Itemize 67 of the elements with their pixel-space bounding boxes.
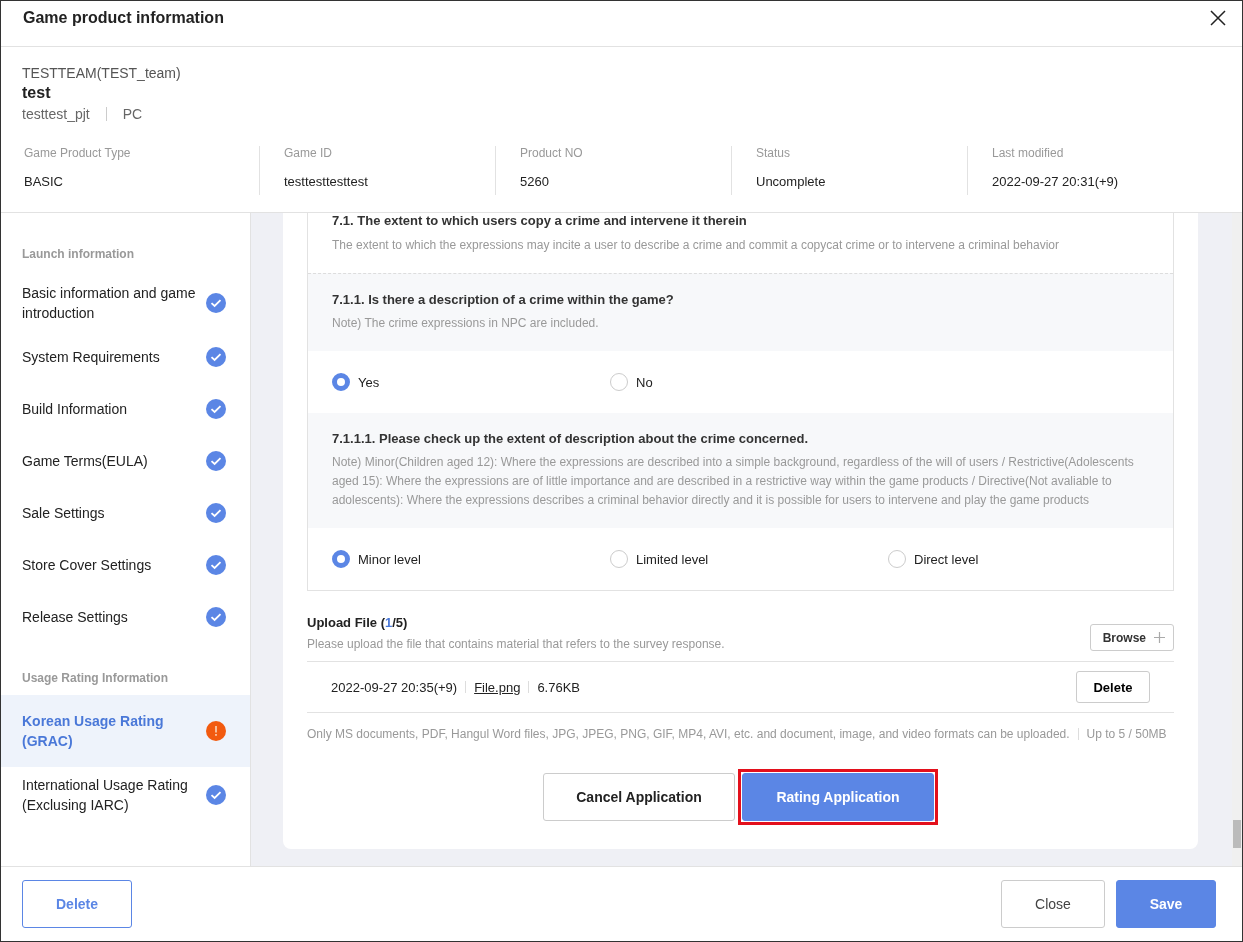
project-name: testtest_pjt xyxy=(22,106,90,122)
sidebar-item[interactable]: International Usage Rating (Exclusing IARC) xyxy=(1,767,250,823)
sidebar-item[interactable]: Build Information xyxy=(1,383,250,435)
question-title: 7.1.1.1. Please check up the extent of description about the crime concerned. xyxy=(332,431,810,446)
question-note: Note) The crime expressions in NPC are included. xyxy=(332,315,600,332)
platform-label: PC xyxy=(122,106,143,122)
warning-circle-icon xyxy=(206,721,226,741)
check-circle-icon xyxy=(206,785,226,805)
sidebar-item[interactable]: Basic information and game introduction xyxy=(1,275,250,331)
sidebar-item[interactable]: Store Cover Settings xyxy=(1,539,250,591)
close-button[interactable]: Close xyxy=(1001,880,1105,928)
upload-notice: Only MS documents, PDF, Hangul Word files, JPG, JPEG, PNG, GIF, MP4, AVI, etc. and document, image, and video formats can be uploaded. xyxy=(307,727,1070,741)
sidebar-item[interactable]: Korean Usage Rating (GRAC) xyxy=(1,695,250,767)
check-circle-icon xyxy=(206,347,226,367)
sidebar-section-title: Launch information xyxy=(21,247,135,261)
radio-button[interactable] xyxy=(888,550,906,568)
summary-value: 5260 xyxy=(520,174,550,189)
check-circle-icon xyxy=(206,293,226,313)
check-circle-icon xyxy=(206,503,226,523)
browse-button[interactable]: Browse xyxy=(1089,624,1174,651)
radio-option[interactable]: Limited level xyxy=(610,550,888,568)
check-circle-icon xyxy=(206,399,226,419)
delete-button[interactable]: Delete xyxy=(22,880,132,928)
sidebar-section-title: Usage Rating Information xyxy=(21,671,169,685)
upload-description: Please upload the file that contains material that refers to the survey response. xyxy=(307,637,726,651)
criterion-title: 7.1. The extent to which users copy a crime and intervene it therein xyxy=(332,213,748,228)
file-date: 2022-09-27 20:35(+9) xyxy=(331,679,458,695)
delete-file-button[interactable]: Delete xyxy=(1076,671,1150,703)
sidebar-item[interactable]: System Requirements xyxy=(1,331,250,383)
question-note: Note) Minor(Children aged 12): Where the expressions are described into a simple background, regardless of the will of users / Restrictive(Adolescents aged 15): Where the expressions are of little importance and are described in a restrictive way within the game products / Directive(Not avaliable to adolescents): Where the expressions describes a criminal behavior directly and it is possible for users to intervene and play the game products xyxy=(332,454,1135,509)
team-name: TESTTEAM(TEST_team) xyxy=(22,65,182,81)
radio-option[interactable]: Minor level xyxy=(332,550,610,568)
sidebar-item[interactable]: Release Settings xyxy=(1,591,250,643)
summary-label: Game Product Type xyxy=(24,146,132,160)
summary-label: Status xyxy=(756,146,792,160)
upload-title: Upload File (1/5) xyxy=(307,615,409,630)
radio-option[interactable]: No xyxy=(610,373,888,391)
application-button[interactable]: Cancel Application xyxy=(543,773,735,821)
radio-option[interactable]: Direct level xyxy=(888,550,1166,568)
close-icon[interactable] xyxy=(1210,9,1226,26)
application-button[interactable]: Rating Application xyxy=(742,773,934,821)
radio-button[interactable] xyxy=(610,373,628,391)
sidebar-item[interactable]: Sale Settings xyxy=(1,487,250,539)
check-circle-icon xyxy=(206,451,226,471)
upload-limit: Up to 5 / 50MB xyxy=(1086,727,1167,741)
sidebar-item[interactable]: Game Terms(EULA) xyxy=(1,435,250,487)
summary-label: Product NO xyxy=(520,146,584,160)
summary-label: Last modified xyxy=(992,146,1065,160)
radio-button[interactable] xyxy=(332,550,350,568)
criterion-description: The extent to which the expressions may incite a user to describe a crime and commit a copycat crime or to intervene a criminal behavior xyxy=(332,237,1060,254)
summary-label: Game ID xyxy=(284,146,333,160)
question-title: 7.1.1. Is there a description of a crime within the game? xyxy=(332,292,675,307)
window-title: Game product information xyxy=(23,8,225,27)
product-name: test xyxy=(22,84,52,102)
summary-value: 2022-09-27 20:31(+9) xyxy=(992,174,1120,189)
radio-button[interactable] xyxy=(610,550,628,568)
save-button[interactable]: Save xyxy=(1116,880,1216,928)
check-circle-icon xyxy=(206,555,226,575)
file-link[interactable]: File.png xyxy=(474,679,521,695)
plus-icon xyxy=(1154,632,1165,643)
summary-value: Uncomplete xyxy=(756,174,827,189)
radio-button[interactable] xyxy=(332,373,350,391)
summary-value: testtesttesttest xyxy=(284,174,369,189)
radio-option[interactable]: Yes xyxy=(332,373,610,391)
check-circle-icon xyxy=(206,607,226,627)
file-size: 6.76KB xyxy=(537,679,581,695)
summary-value: BASIC xyxy=(24,174,64,189)
